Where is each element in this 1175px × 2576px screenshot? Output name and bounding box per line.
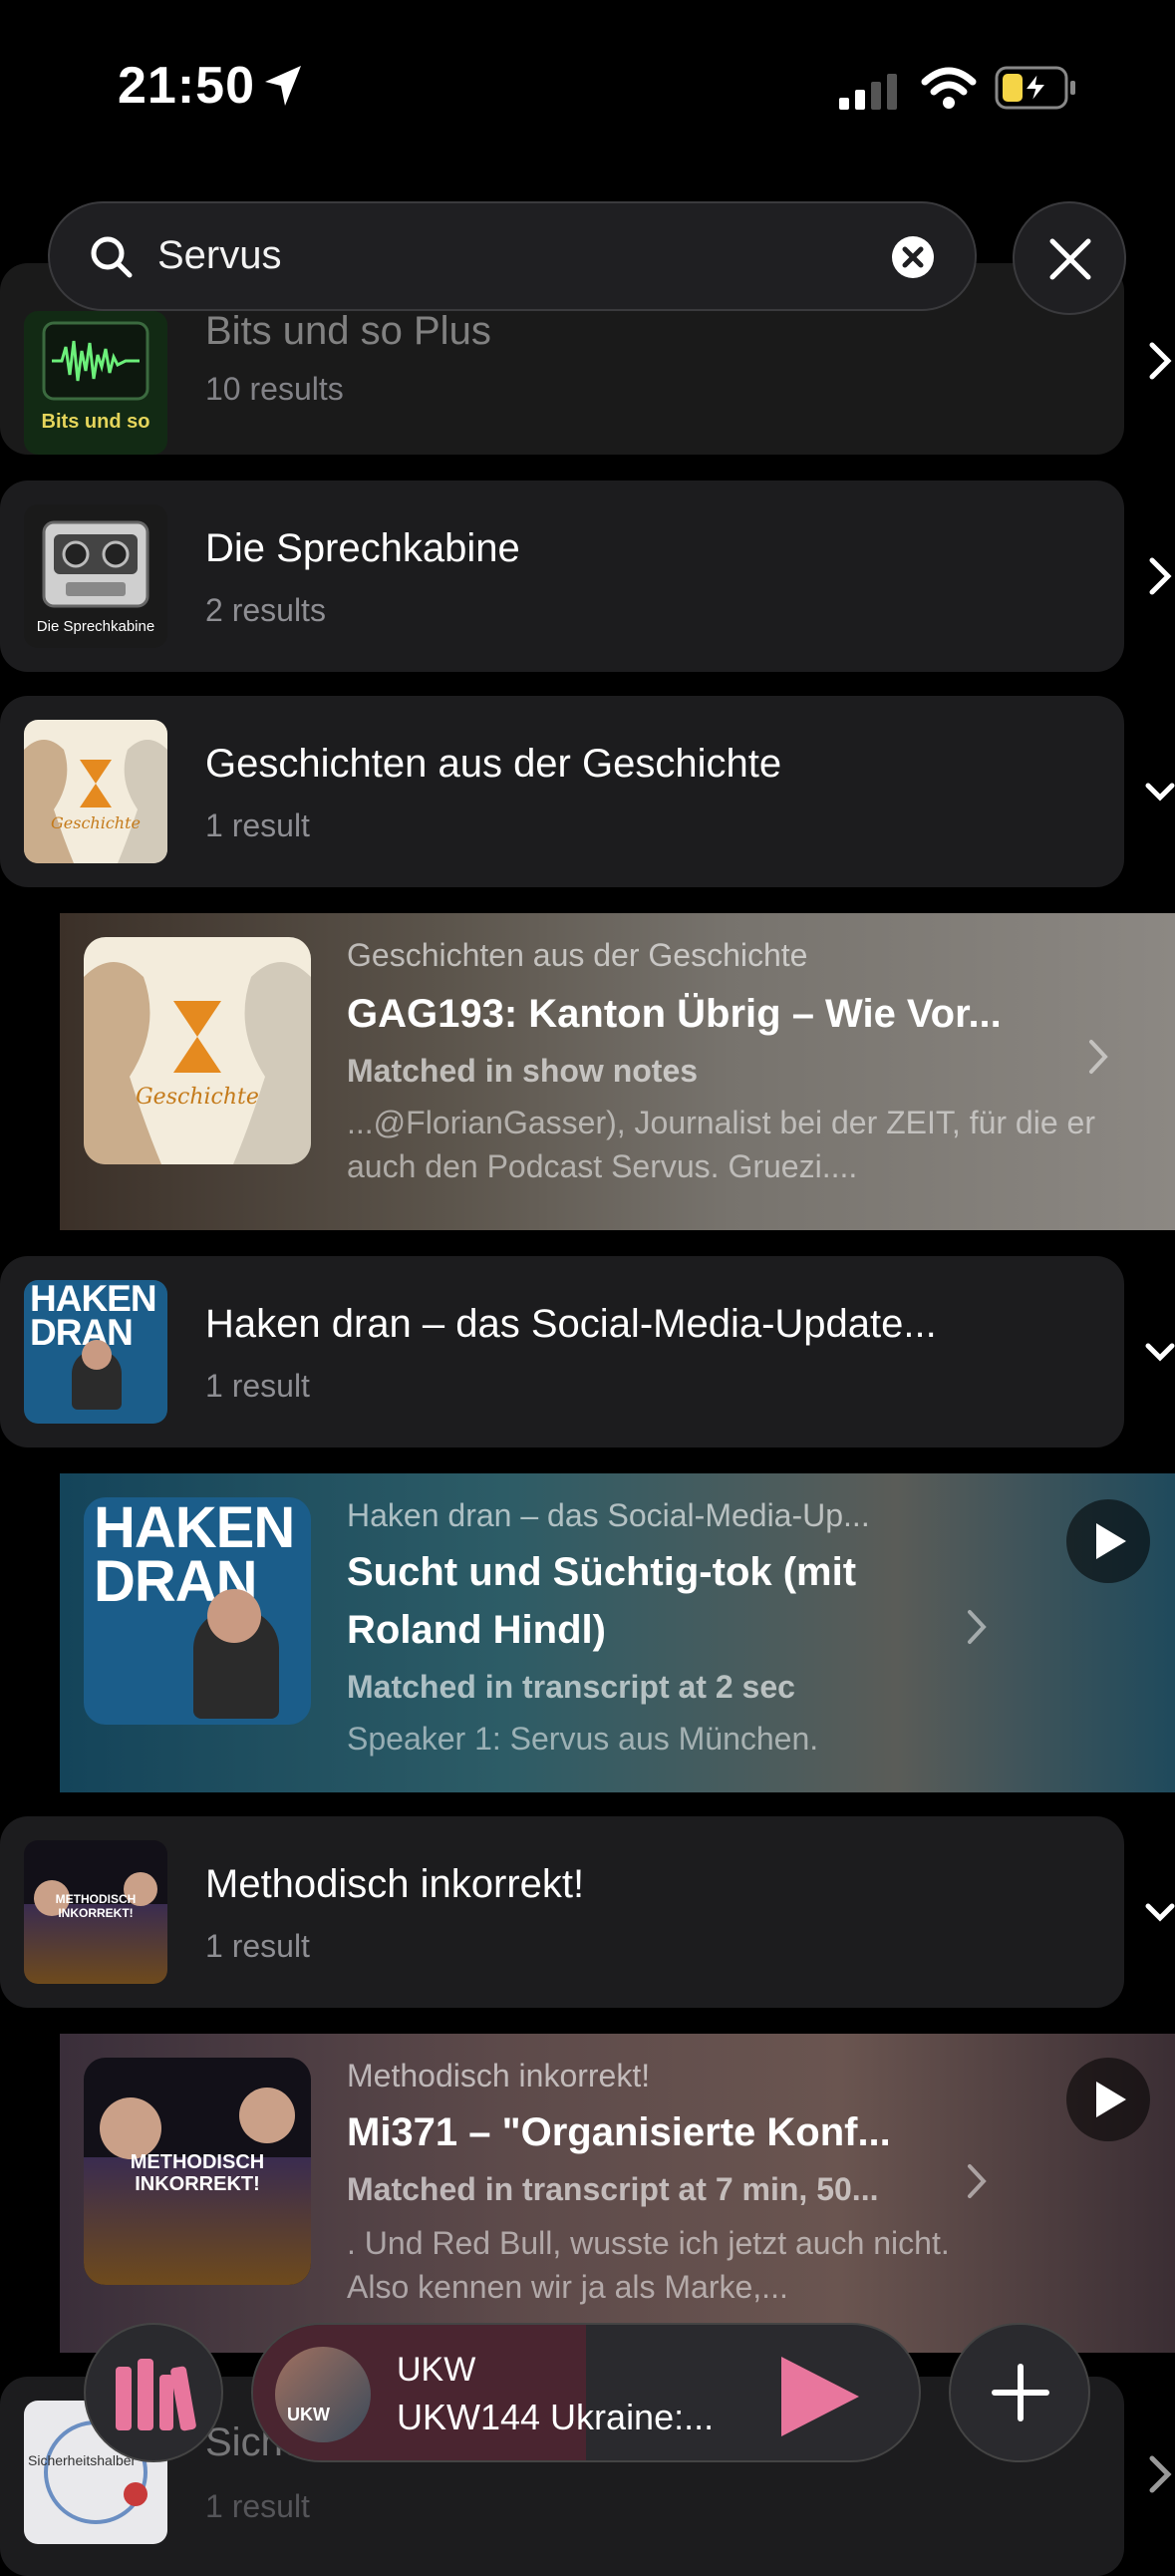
chevron-down-icon[interactable] (1144, 782, 1175, 804)
podcast-artwork: HAKEN DRAN (24, 1280, 167, 1424)
podcast-artwork: Bits und so (24, 311, 167, 455)
close-icon (1049, 238, 1091, 280)
episode-card-sucht-und-suechtig-tok[interactable]: HAKEN DRAN Haken dran – das Social-Media… (60, 1473, 1175, 1792)
match-snippet: . Und Red Bull, wusste ich jetzt auch ni… (347, 2225, 950, 2305)
search-field[interactable]: Servus (48, 201, 977, 311)
play-icon (1096, 1523, 1126, 1559)
podcast-title: Bits und so Plus (205, 309, 491, 353)
episode-artwork: METHODISCH INKORREKT! (84, 2058, 311, 2285)
podcast-title: Geschichten aus der Geschichte (205, 742, 782, 786)
match-info: Matched in show notes (347, 1053, 699, 1089)
podcast-artwork: Geschichte (24, 720, 167, 863)
now-playing-bar[interactable]: UKW UKW UKW144 Ukraine:... (251, 2323, 921, 2462)
podcast-title: Haken dran – das Social-Media-Update... (205, 1302, 937, 1346)
match-snippet: Speaker 1: Servus aus München. (347, 1721, 819, 1757)
episode-show-name: Geschichten aus der Geschichte (347, 937, 808, 973)
status-time: 21:50 (118, 57, 255, 115)
podcast-row-methodisch-inkorrekt[interactable]: METHODISCH INKORREKT! Methodisch inkorre… (0, 1816, 1124, 2008)
clear-icon[interactable] (891, 235, 935, 279)
episode-title: GAG193: Kanton Übrig – Wie Vor... (347, 992, 1002, 1036)
play-episode-button[interactable] (1066, 2058, 1150, 2141)
podcast-row-geschichten-aus-der-geschichte[interactable]: Geschichte Geschichten aus der Geschicht… (0, 696, 1124, 887)
library-button[interactable] (84, 2323, 223, 2462)
cellular-signal-icon (839, 74, 897, 110)
podcast-row-haken-dran[interactable]: HAKEN DRAN Haken dran – das Social-Media… (0, 1256, 1124, 1448)
match-info: Matched in transcript at 2 sec (347, 1669, 795, 1705)
chevron-right-icon[interactable] (1148, 341, 1172, 381)
episode-title: Mi371 – "Organisierte Konf... (347, 2110, 891, 2154)
result-count: 1 result (205, 2488, 310, 2524)
chevron-down-icon[interactable] (1144, 1902, 1175, 1924)
chevron-right-icon (1089, 1040, 1108, 1074)
podcast-title: Methodisch inkorrekt! (205, 1862, 585, 1906)
result-count: 1 result (205, 1368, 310, 1404)
podcast-artwork: METHODISCH INKORREKT! (24, 1840, 167, 1984)
episode-show-name: Haken dran – das Social-Media-Up... (347, 1497, 870, 1533)
episode-show-name: Methodisch inkorrekt! (347, 2058, 651, 2093)
match-info: Matched in transcript at 7 min, 50... (347, 2171, 879, 2207)
chevron-down-icon[interactable] (1144, 1342, 1175, 1364)
add-button[interactable] (949, 2323, 1090, 2462)
plus-icon (992, 2364, 1049, 2421)
podcast-artwork: Die Sprechkabine (24, 504, 167, 648)
close-search-button[interactable] (1013, 201, 1126, 315)
chevron-right-icon (968, 2164, 987, 2198)
chevron-right-icon (968, 1610, 987, 1644)
match-snippet: ...@FlorianGasser), Journalist bei der Z… (347, 1105, 1095, 1184)
library-icon (116, 2359, 196, 2431)
battery-charging-icon (995, 66, 1075, 110)
play-episode-button[interactable] (1066, 1499, 1150, 1583)
search-icon (91, 236, 133, 278)
chevron-right-icon[interactable] (1148, 556, 1172, 596)
now-playing-show: UKW (397, 2351, 476, 2389)
search-input[interactable]: Servus (157, 233, 282, 278)
episode-card-gag193[interactable]: Geschichte Geschichten aus der Geschicht… (60, 913, 1175, 1230)
episode-title: Sucht und Süchtig-tok (mit Roland Hindl) (347, 1550, 857, 1652)
location-arrow-icon (265, 66, 301, 106)
play-icon (1096, 2082, 1126, 2117)
now-playing-episode: UKW144 Ukraine:... (397, 2397, 715, 2437)
play-icon[interactable] (775, 2353, 863, 2440)
episode-artwork: HAKEN DRAN (84, 1497, 311, 1725)
result-count: 2 results (205, 592, 326, 628)
podcast-title: Die Sprechkabine (205, 526, 520, 570)
episode-card-mi371[interactable]: METHODISCH INKORREKT! Methodisch inkorre… (60, 2034, 1175, 2353)
wifi-icon (921, 67, 977, 109)
chevron-right-icon[interactable] (1148, 2454, 1172, 2494)
result-count: 1 result (205, 807, 310, 843)
result-count: 10 results (205, 371, 344, 407)
now-playing-artwork: UKW (275, 2347, 371, 2442)
podcast-row-die-sprechkabine[interactable]: Die Sprechkabine Die Sprechkabine 2 resu… (0, 481, 1124, 672)
result-count: 1 result (205, 1928, 310, 1964)
episode-artwork: Geschichte (84, 937, 311, 1164)
